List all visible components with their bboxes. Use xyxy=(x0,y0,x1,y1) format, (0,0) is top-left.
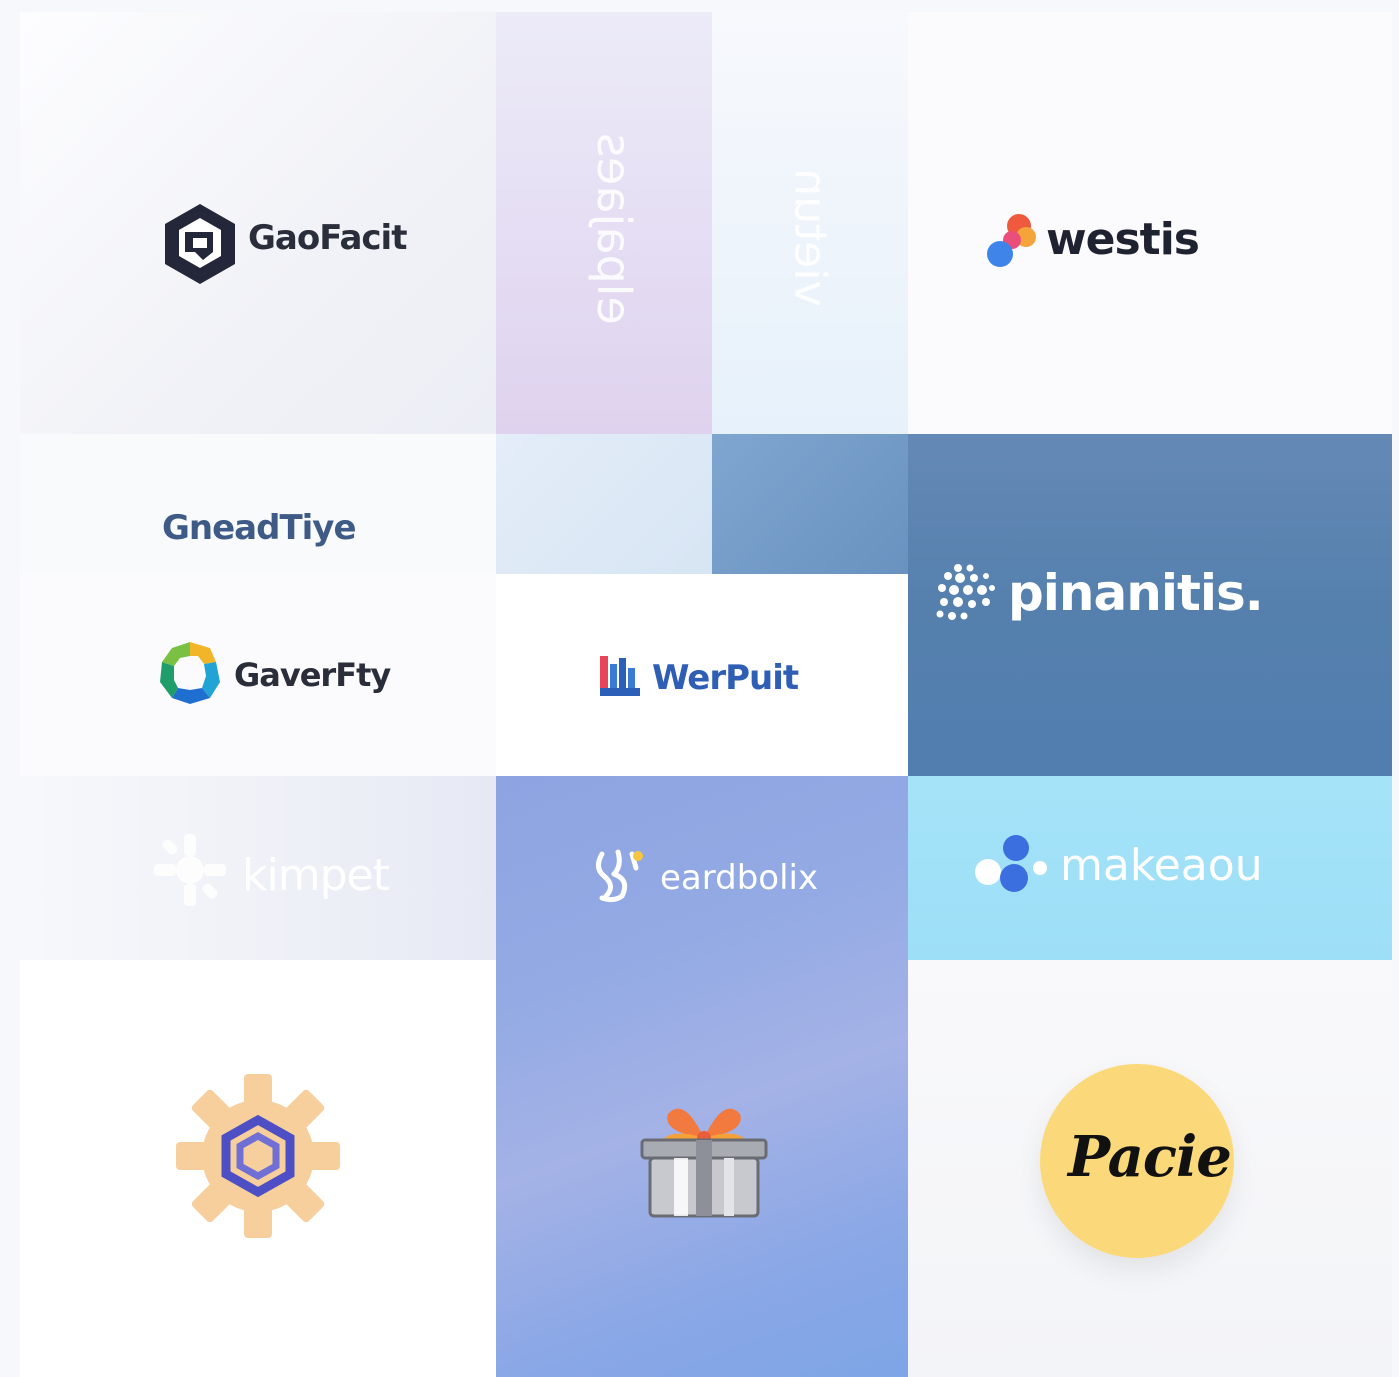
brand-name: GaoFacit xyxy=(248,218,407,258)
tile-kimpet[interactable]: kimpet xyxy=(20,776,496,960)
figure-logo-icon xyxy=(596,849,643,903)
tile-light-blue-block xyxy=(496,434,712,574)
brand-name: Pacie xyxy=(1068,1124,1232,1190)
tile-eardbolix[interactable]: eardbolix xyxy=(496,776,908,1377)
gear-hexagon-icon xyxy=(176,1074,340,1238)
brand-name: makeaou xyxy=(1060,840,1263,891)
tile-gear[interactable] xyxy=(20,960,496,1377)
brand-name: GaverFty xyxy=(234,656,391,694)
star-burst-logo-icon xyxy=(154,834,226,906)
brand-name: eardbolix xyxy=(660,858,819,898)
brand-name: GneadTiye xyxy=(162,508,357,548)
tile-steel-blue-block xyxy=(712,434,908,574)
tile-pinanitis[interactable]: pinanitis. xyxy=(908,434,1392,776)
hexagon-logo-icon xyxy=(165,204,235,284)
colored-dots-logo-icon xyxy=(987,214,1036,267)
tile-gaverfty[interactable]: GaverFty xyxy=(20,574,496,776)
tile-makeaou[interactable]: makeaou xyxy=(908,776,1392,960)
tile-westis[interactable]: westis xyxy=(908,12,1392,434)
gift-box-icon xyxy=(640,1108,768,1218)
tile-gneadtiye[interactable]: GneadTiye xyxy=(20,434,496,574)
brand-name: pinanitis. xyxy=(1008,564,1264,622)
brand-name: westis xyxy=(1046,214,1200,265)
dot-cluster-logo-icon xyxy=(936,564,995,620)
multicolor-ring-logo-icon xyxy=(160,642,220,704)
bars-logo-icon xyxy=(600,656,640,696)
tile-pacie[interactable]: Pacie xyxy=(908,960,1392,1377)
vertical-label: vietun xyxy=(784,168,836,307)
brand-name: kimpet xyxy=(242,850,390,901)
tile-werpuit[interactable]: WerPuit xyxy=(496,574,908,776)
vertical-label: elpajaes xyxy=(587,133,641,325)
bubbles-logo-icon xyxy=(975,835,1047,892)
brand-name: WerPuit xyxy=(652,658,799,698)
tile-vertical-2: vietun xyxy=(712,12,908,434)
tile-goofacit[interactable]: GaoFacit xyxy=(20,12,496,434)
tile-vertical-1: elpajaes xyxy=(496,12,712,434)
